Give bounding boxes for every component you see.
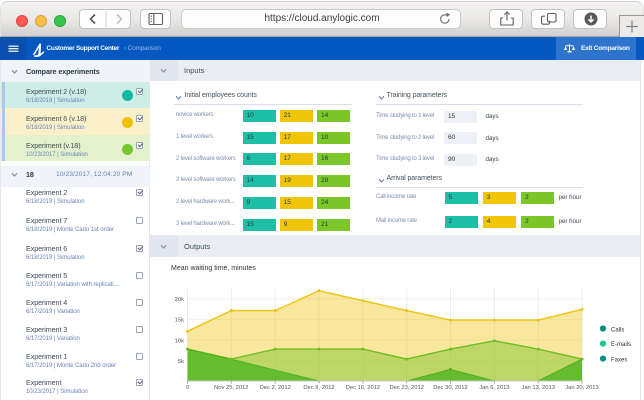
svg-text:0: 0 [186, 385, 189, 391]
svg-text:Jan 20, 2013: Jan 20, 2013 [565, 385, 599, 391]
svg-text:20k: 20k [175, 297, 184, 303]
svg-text:10k: 10k [175, 338, 184, 344]
svg-text:Dec 30, 2012: Dec 30, 2012 [433, 385, 467, 391]
svg-text:Dec 16, 2012: Dec 16, 2012 [346, 385, 380, 391]
svg-text:Jan 13, 2013: Jan 13, 2013 [521, 385, 555, 391]
svg-text:Dec 2, 2012: Dec 2, 2012 [260, 385, 291, 391]
svg-text:Nov 25, 2012: Nov 25, 2012 [214, 385, 248, 391]
svg-text:Calls: Calls [611, 327, 624, 333]
svg-text:5k: 5k [178, 359, 184, 365]
svg-text:Faxes: Faxes [611, 357, 627, 363]
svg-text:Jan 6, 2013: Jan 6, 2013 [479, 385, 509, 391]
svg-text:E-mails: E-mails [611, 342, 631, 348]
svg-text:15k: 15k [175, 318, 184, 324]
svg-text:Dec 23, 2012: Dec 23, 2012 [389, 385, 423, 391]
svg-text:Dec 9, 2012: Dec 9, 2012 [303, 385, 334, 391]
